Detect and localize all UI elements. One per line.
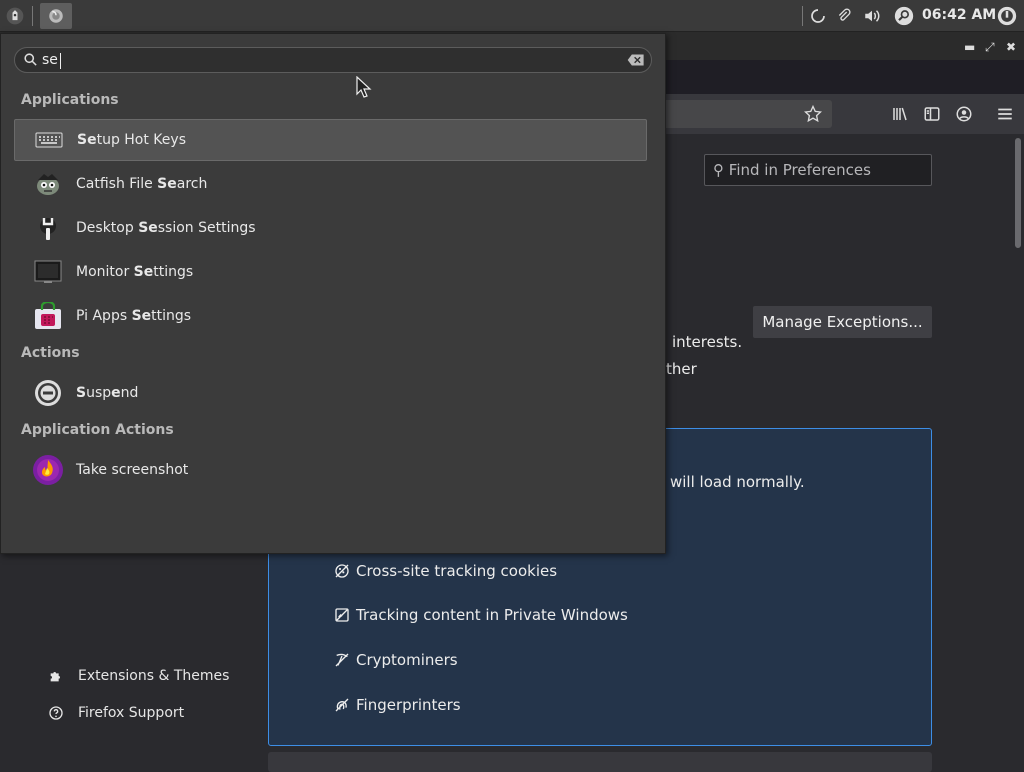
section-actions: Actions xyxy=(21,345,80,361)
keyboard-icon xyxy=(32,123,66,157)
firefox-icon[interactable] xyxy=(40,3,72,29)
power-icon[interactable] xyxy=(997,6,1017,26)
suspend-icon xyxy=(31,376,65,410)
text-caret xyxy=(60,53,61,69)
app-label: Monitor Settings xyxy=(76,264,194,280)
app-label: Pi Apps Settings xyxy=(76,308,192,324)
app-label: Take screenshot xyxy=(76,462,189,478)
blocked-item-fingerprinters: Fingerprinters xyxy=(334,696,461,714)
fingerprinter-icon xyxy=(335,698,349,712)
clock[interactable]: 06:42 AM xyxy=(922,7,996,23)
app-item-desktop-session-settings[interactable]: Desktop Session Settings xyxy=(14,207,647,249)
description-fragment: interests. xyxy=(672,333,743,351)
description-fragment: will load normally. xyxy=(670,473,805,491)
tracking-content-icon xyxy=(335,608,349,622)
section-application-actions: Application Actions xyxy=(21,422,174,438)
sidebar-icon[interactable] xyxy=(921,103,943,125)
mouse-cursor-icon xyxy=(356,76,372,98)
pi-apps-icon xyxy=(31,299,65,333)
sidebar-item-extensions[interactable]: Extensions & Themes xyxy=(48,668,229,684)
catfish-icon xyxy=(31,167,65,201)
screenshot-icon xyxy=(31,453,65,487)
loading-icon xyxy=(808,6,828,26)
blocked-item-cookies: Cross-site tracking cookies xyxy=(334,562,557,580)
app-label: Desktop Session Settings xyxy=(76,220,256,236)
app-action-take-screenshot[interactable]: Take screenshot xyxy=(14,449,647,491)
library-icon[interactable] xyxy=(889,103,911,125)
app-label: Catfish File Search xyxy=(76,176,208,192)
clear-search-icon[interactable] xyxy=(627,53,645,67)
maximize-icon[interactable]: ⤢ xyxy=(985,40,995,55)
blocked-item-cryptominers: Cryptominers xyxy=(334,651,458,669)
app-item-pi-apps-settings[interactable]: Pi Apps Settings xyxy=(14,295,647,337)
action-item-suspend[interactable]: Suspend xyxy=(14,372,647,414)
hamburger-menu-icon[interactable] xyxy=(994,103,1016,125)
search-icon[interactable] xyxy=(894,6,914,26)
monitor-icon xyxy=(31,255,65,289)
section-applications: Applications xyxy=(21,92,119,108)
volume-icon[interactable] xyxy=(862,6,882,26)
manage-exceptions-button[interactable]: Manage Exceptions... xyxy=(753,306,932,338)
puzzle-icon xyxy=(50,672,60,682)
top-panel: 06:42 AM xyxy=(0,0,1024,32)
find-in-preferences-input[interactable]: ⚲ Find in Preferences xyxy=(704,154,932,186)
app-item-setup-hot-keys[interactable]: Setup Hot Keys xyxy=(14,119,647,161)
bookmark-star-icon[interactable] xyxy=(802,103,824,125)
help-icon xyxy=(49,706,63,720)
description-fragment: ther xyxy=(666,360,697,378)
menu-icon[interactable] xyxy=(2,3,28,29)
close-icon[interactable]: ✖ xyxy=(1006,40,1016,54)
app-item-catfish-file-search[interactable]: Catfish File Search xyxy=(14,163,647,205)
app-label: Setup Hot Keys xyxy=(77,132,186,148)
minimize-icon[interactable]: ▬ xyxy=(964,40,975,54)
search-icon xyxy=(24,53,37,66)
scrollbar-thumb[interactable] xyxy=(1015,138,1021,248)
session-settings-icon xyxy=(31,211,65,245)
settings-box xyxy=(268,752,932,772)
cookie-icon xyxy=(335,564,349,578)
search-icon: ⚲ xyxy=(713,161,724,179)
app-label: Suspend xyxy=(76,385,139,401)
app-item-monitor-settings[interactable]: Monitor Settings xyxy=(14,251,647,293)
account-icon[interactable] xyxy=(953,103,975,125)
sidebar-item-support[interactable]: Firefox Support xyxy=(48,705,184,721)
menu-search-input[interactable]: se xyxy=(14,47,652,73)
search-input-value: se xyxy=(42,52,58,68)
paperclip-icon[interactable] xyxy=(834,6,854,26)
cryptominer-icon xyxy=(335,653,349,667)
blocked-item-tracking-content: Tracking content in Private Windows xyxy=(334,606,628,624)
